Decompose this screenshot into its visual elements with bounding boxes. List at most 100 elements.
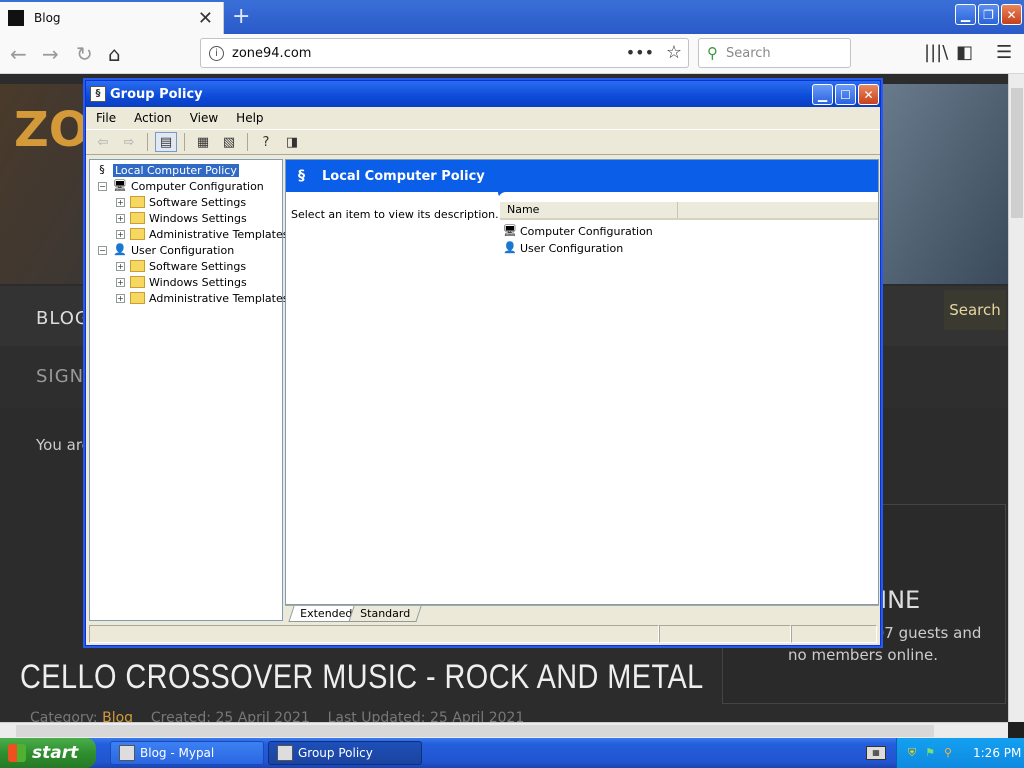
user-icon: 👤 (503, 241, 517, 254)
search-input[interactable]: ⚲ Search (698, 38, 851, 68)
meta-updated: Last Updated: 25 April 2021 (327, 710, 525, 722)
forward-arrow-icon[interactable]: ⇨ (118, 132, 140, 152)
tree-node-software-settings[interactable]: + Software Settings (116, 194, 246, 210)
home-icon[interactable]: ⌂ (108, 42, 121, 66)
back-arrow-icon[interactable]: ⇦ (92, 132, 114, 152)
search-icon[interactable]: ⚲ (941, 746, 955, 760)
menu-action[interactable]: Action (128, 111, 178, 125)
scroll-thumb[interactable] (1011, 88, 1023, 218)
taskbar-item-blog[interactable]: Blog - Mypal (110, 741, 264, 765)
tree-label: Windows Settings (149, 275, 247, 289)
tree-label: Software Settings (149, 195, 247, 209)
collapse-icon[interactable]: − (98, 245, 107, 255)
view-tabs: Extended Standard (285, 605, 879, 622)
details-header: § Local Computer Policy (286, 160, 878, 192)
site-search-button[interactable]: Search (944, 290, 1006, 330)
show-action-pane-icon[interactable]: ◨ (281, 132, 303, 152)
tree-label: Administrative Templates (149, 291, 289, 305)
tree-label: User Configuration (131, 243, 235, 257)
folder-icon (130, 196, 145, 208)
meta-category-link[interactable]: Blog (102, 710, 133, 722)
library-icon[interactable]: |||\ (924, 42, 948, 63)
list-item[interactable]: 👤 User Configuration (502, 241, 623, 255)
gp-maximize-button[interactable]: ☐ (835, 84, 856, 105)
properties-icon[interactable]: ▦ (192, 132, 214, 152)
computer-icon: 🖥 (503, 224, 517, 237)
tree-node-user-windows-settings[interactable]: + Windows Settings (116, 274, 247, 290)
article-title[interactable]: CELLO CROSSOVER MUSIC - ROCK AND METAL (20, 658, 704, 697)
minimize-button[interactable]: ▁ (955, 4, 976, 25)
keyboard-icon[interactable]: ▦ (866, 746, 886, 760)
expand-icon[interactable]: + (116, 229, 125, 239)
menu-icon[interactable]: ☰ (996, 42, 1012, 63)
info-icon[interactable]: i (209, 45, 224, 61)
gp-minimize-button[interactable]: ▁ (812, 84, 833, 105)
collapse-icon[interactable]: − (98, 181, 107, 191)
policy-scroll-icon: § (298, 168, 305, 184)
menu-view[interactable]: View (184, 111, 224, 125)
list-item-label: User Configuration (520, 241, 624, 255)
expand-icon[interactable]: + (116, 293, 125, 303)
restore-button[interactable]: ❐ (978, 4, 999, 25)
column-name[interactable]: Name (500, 202, 678, 218)
forward-arrow-icon[interactable]: → (42, 42, 59, 66)
taskbar: start Blog - Mypal Group Policy ▦ ⛨ ⚑ ⚲ … (0, 738, 1024, 768)
list-item[interactable]: 🖥 Computer Configuration (502, 224, 653, 238)
browser-navbar: ← → ↻ ⌂ i zone94.com ••• ☆ ⚲ Search |||\… (0, 34, 1024, 74)
folder-icon (130, 276, 145, 288)
vertical-scrollbar[interactable] (1008, 74, 1024, 722)
bookmark-star-icon[interactable]: ☆ (666, 42, 682, 63)
gp-title-bar[interactable]: § Group Policy ▁ ☐ ✕ (86, 81, 880, 107)
tree-node-computer-config[interactable]: − 🖥 Computer Configuration (98, 178, 264, 194)
tree-node-admin-templates[interactable]: + Administrative Templates (116, 226, 289, 242)
meta-category-label: Category: (30, 710, 98, 722)
hscroll-thumb[interactable] (16, 725, 934, 737)
show-hide-tree-icon[interactable]: ▤ (155, 132, 177, 152)
close-window-button[interactable]: ✕ (1001, 4, 1022, 25)
expand-icon[interactable]: + (116, 277, 125, 287)
network-icon[interactable]: ⚑ (923, 746, 937, 760)
search-icon: ⚲ (707, 44, 718, 62)
tree-node-user-admin-templates[interactable]: + Administrative Templates (116, 290, 289, 306)
expand-icon[interactable]: + (116, 197, 125, 207)
start-button[interactable]: start (0, 738, 96, 768)
tree-node-root[interactable]: § Local Computer Policy (94, 162, 239, 178)
taskbar-item-group-policy[interactable]: Group Policy (268, 741, 422, 765)
horizontal-scrollbar[interactable] (0, 722, 1008, 738)
folder-icon (130, 292, 145, 304)
tree-label: Computer Configuration (131, 179, 264, 193)
tree-node-windows-settings[interactable]: + Windows Settings (116, 210, 247, 226)
shield-icon[interactable]: ⛨ (905, 746, 919, 760)
tab-blog[interactable]: Blog ✕ (0, 2, 224, 34)
policy-scroll-icon: § (99, 163, 105, 176)
tree-node-user-software-settings[interactable]: + Software Settings (116, 258, 246, 274)
details-pane: § Local Computer Policy Select an item t… (285, 159, 879, 605)
sidebar-icon[interactable]: ◧ (956, 42, 973, 63)
tab-standard[interactable]: Standard (348, 606, 422, 622)
close-tab-icon[interactable]: ✕ (198, 8, 213, 29)
clock[interactable]: 1:26 PM (973, 746, 1021, 760)
policy-icon: § (90, 86, 106, 102)
search-placeholder: Search (726, 45, 771, 61)
new-tab-button[interactable]: + (232, 4, 250, 29)
online-title: INE (880, 586, 921, 614)
reload-icon[interactable]: ↻ (76, 42, 93, 66)
header-curve-inner (498, 192, 878, 200)
expand-icon[interactable]: + (116, 213, 125, 223)
tree-node-user-config[interactable]: − 👤 User Configuration (98, 242, 234, 258)
url-bar[interactable]: i zone94.com ••• ☆ (200, 38, 689, 68)
back-arrow-icon[interactable]: ← (10, 42, 27, 66)
gp-close-button[interactable]: ✕ (858, 84, 879, 105)
browser-icon (119, 745, 135, 761)
expand-icon[interactable]: + (116, 261, 125, 271)
page-actions-icon[interactable]: ••• (626, 43, 654, 62)
list-column-header: Name (500, 202, 878, 220)
menu-file[interactable]: File (90, 111, 122, 125)
nav-sign-link[interactable]: SIGN (36, 366, 84, 387)
help-icon[interactable]: ? (255, 132, 277, 152)
export-list-icon[interactable]: ▧ (218, 132, 240, 152)
toolbar-separator (184, 133, 185, 151)
menu-help[interactable]: Help (230, 111, 269, 125)
policy-tree: § Local Computer Policy − 🖥 Computer Con… (89, 159, 289, 621)
nav-blog-link[interactable]: BLOG (36, 308, 90, 329)
